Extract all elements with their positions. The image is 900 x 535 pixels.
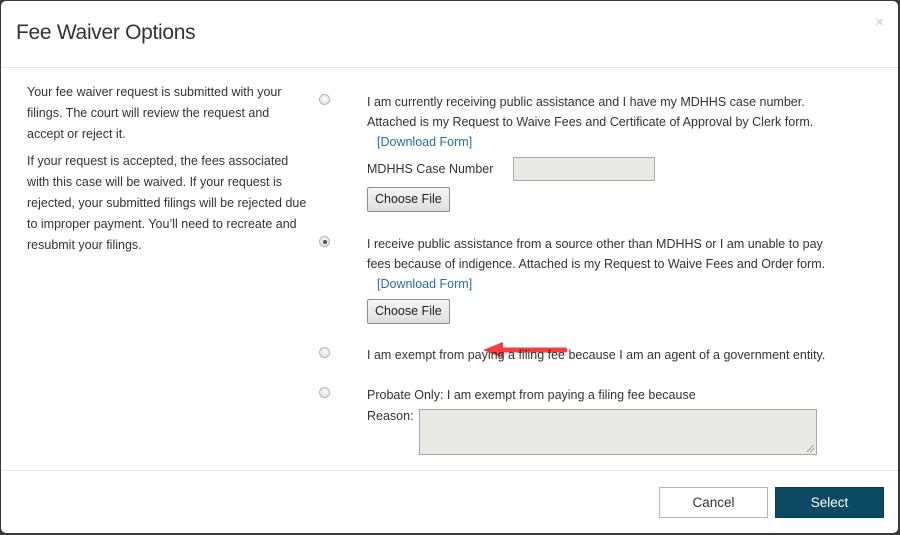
download-form-link-2[interactable]: [Download Form] xyxy=(377,274,472,294)
choose-file-button-2[interactable]: Choose File xyxy=(367,299,450,324)
reason-label: Reason: xyxy=(367,409,414,423)
select-button[interactable]: Select xyxy=(775,487,884,518)
dialog-footer: Cancel Select xyxy=(1,470,898,533)
fee-waiver-dialog: Fee Waiver Options × Your fee waiver req… xyxy=(1,1,898,533)
choose-file-button-1[interactable]: Choose File xyxy=(367,187,450,212)
radio-option-1[interactable] xyxy=(319,94,330,105)
intro-text: Your fee waiver request is submitted wit… xyxy=(27,82,307,262)
reason-textarea[interactable] xyxy=(418,409,817,455)
option-4-text: Probate Only: I am exempt from paying a … xyxy=(367,388,696,402)
radio-option-3[interactable] xyxy=(319,347,330,358)
radio-option-2[interactable] xyxy=(319,236,330,247)
resize-grip-icon[interactable] xyxy=(806,445,814,452)
dialog-header: Fee Waiver Options × xyxy=(1,1,898,68)
case-number-input[interactable] xyxy=(513,157,656,181)
case-number-label: MDHHS Case Number xyxy=(367,162,494,176)
dialog-body: Your fee waiver request is submitted wit… xyxy=(1,68,898,472)
option-3-text: I am exempt from paying a filing fee bec… xyxy=(367,348,826,362)
option-1-text: I am currently receiving public assistan… xyxy=(367,95,814,129)
option-2-text: I receive public assistance from a sourc… xyxy=(367,237,826,271)
dialog-title: Fee Waiver Options xyxy=(16,21,196,44)
close-icon[interactable]: × xyxy=(875,15,884,30)
cancel-button[interactable]: Cancel xyxy=(659,487,768,518)
radio-option-4[interactable] xyxy=(319,387,330,398)
intro-paragraph-2: If your request is accepted, the fees as… xyxy=(27,154,307,252)
intro-paragraph-1: Your fee waiver request is submitted wit… xyxy=(27,85,282,141)
download-form-link-1[interactable]: [Download Form] xyxy=(377,132,472,152)
